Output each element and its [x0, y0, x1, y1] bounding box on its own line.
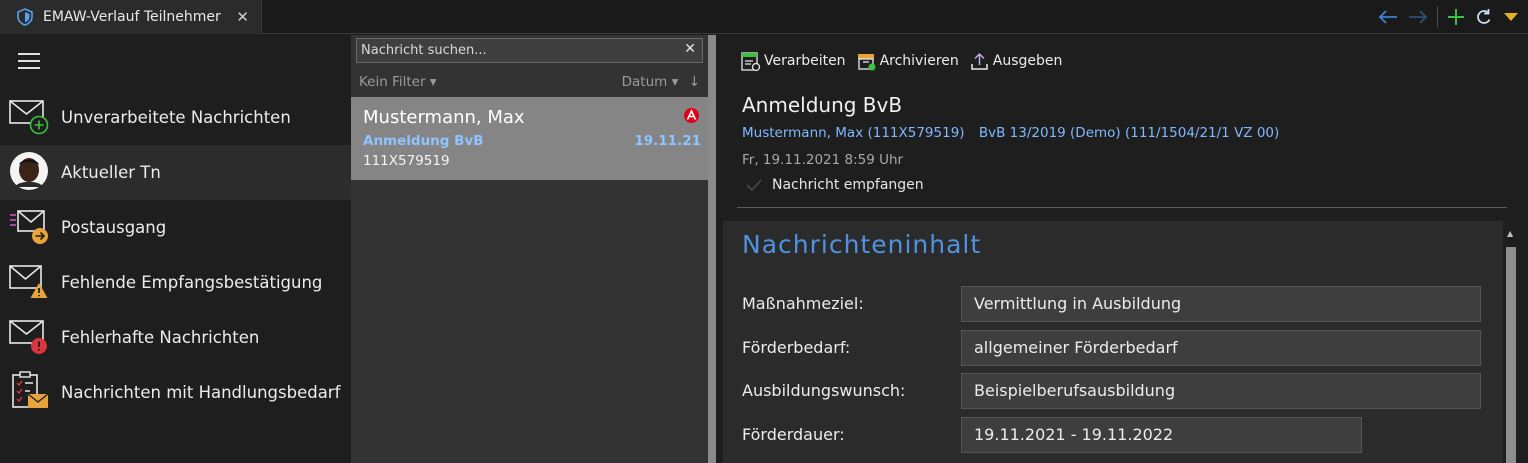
- search-box: ✕: [356, 38, 703, 63]
- divider: [737, 207, 1507, 208]
- refresh-icon[interactable]: [1474, 7, 1494, 27]
- field-value: Beispielberufsausbildung: [961, 373, 1481, 409]
- hamburger-icon[interactable]: [18, 53, 40, 74]
- field-value: Vermittlung in Ausbildung: [961, 286, 1481, 322]
- field-row-ausbildungswunsch: Ausbildungswunsch: Beispielberufsausbild…: [742, 373, 1502, 409]
- plus-icon[interactable]: [1446, 7, 1466, 27]
- process-icon: [741, 51, 761, 71]
- agency-logo-icon: [684, 108, 699, 123]
- sidebar-item-label: Nachrichten mit Handlungsbedarf: [61, 383, 341, 402]
- arrow-left-icon[interactable]: [1377, 7, 1399, 27]
- message-list-pane: ✕ Kein Filter ▾ Datum ▾ ↓ Mustermann, Ma…: [351, 35, 708, 463]
- sort-control[interactable]: Datum ▾ ↓: [622, 74, 700, 90]
- close-icon[interactable]: ✕: [236, 8, 249, 26]
- message-meta: Mustermann, Max (111X579519) BvB 13/2019…: [742, 125, 1279, 141]
- field-label: Förderdauer:: [742, 425, 845, 444]
- tools-separator: [1437, 6, 1438, 28]
- sidebar-item-label: Aktueller Tn: [61, 163, 161, 182]
- sidebar-item-label: Postausgang: [61, 218, 167, 237]
- arrow-right-icon[interactable]: [1407, 7, 1429, 27]
- upload-icon: [971, 52, 988, 70]
- field-label: Förderbedarf:: [742, 338, 851, 357]
- pane-splitter[interactable]: [708, 35, 716, 463]
- message-subject: Anmeldung BvB: [363, 133, 484, 149]
- mail-outgoing-icon: [10, 210, 48, 244]
- field-row-foerderbedarf: Förderbedarf: allgemeiner Förderbedarf: [742, 330, 1502, 366]
- avatar: [10, 152, 48, 190]
- message-date: 19.11.21: [634, 133, 701, 149]
- sort-dropdown[interactable]: Datum ▾: [622, 74, 679, 90]
- field-row-massnahmeziel: Maßnahmeziel: Vermittlung in Ausbildung: [742, 286, 1502, 322]
- field-label: Ausbildungswunsch:: [742, 381, 906, 400]
- sidebar-item-label: Fehlende Empfangsbestätigung: [61, 273, 323, 292]
- triangle-down-icon[interactable]: [1502, 7, 1520, 27]
- mail-add-icon: [9, 100, 49, 135]
- sidebar-item-label: Unverarbeitete Nachrichten: [61, 108, 291, 127]
- scroll-thumb[interactable]: [1506, 247, 1516, 463]
- sort-direction-icon[interactable]: ↓: [689, 74, 700, 90]
- message-detail-pane: Verarbeiten Archivieren Ausgeben Anmeldu…: [716, 35, 1528, 463]
- mail-warning-icon: [9, 265, 48, 298]
- archive-label: Archivieren: [879, 53, 959, 69]
- process-button[interactable]: Verarbeiten: [740, 51, 846, 72]
- export-button[interactable]: Ausgeben: [969, 51, 1063, 72]
- clipboard-mail-icon: [12, 371, 49, 408]
- window-tools: [1377, 4, 1520, 30]
- search-input[interactable]: [361, 39, 676, 62]
- check-icon: [746, 179, 762, 192]
- export-label: Ausgeben: [992, 53, 1063, 69]
- shield-icon: [17, 8, 33, 26]
- sidebar-item-postausgang[interactable]: Postausgang: [0, 200, 351, 255]
- archive-button[interactable]: Archivieren: [856, 51, 959, 72]
- tab-emaw-verlauf[interactable]: EMAW-Verlauf Teilnehmer ✕: [0, 0, 262, 34]
- content-title: Nachrichteninhalt: [742, 230, 982, 259]
- field-label: Maßnahmeziel:: [742, 294, 864, 313]
- filter-dropdown[interactable]: Kein Filter ▾: [359, 74, 437, 90]
- message-participant-id: 111X579519: [363, 153, 450, 169]
- archive-icon: [857, 53, 876, 70]
- message-content: Nachrichteninhalt Maßnahmeziel: Vermittl…: [723, 221, 1503, 463]
- mail-error-icon: [9, 320, 47, 354]
- scroll-up-icon[interactable]: ▲: [1507, 229, 1513, 238]
- message-title: Anmeldung BvB: [742, 93, 903, 117]
- tab-bar: EMAW-Verlauf Teilnehmer ✕: [0, 0, 1528, 34]
- clear-search-icon[interactable]: ✕: [684, 41, 696, 57]
- message-status: Nachricht empfangen: [746, 177, 924, 193]
- field-value: 19.11.2021 - 19.11.2022: [961, 417, 1362, 453]
- status-text: Nachricht empfangen: [772, 177, 924, 193]
- sidebar-item-aktueller-tn[interactable]: Aktueller Tn: [0, 145, 351, 200]
- message-datetime: Fr, 19.11.2021 8:59 Uhr: [742, 152, 904, 168]
- course-link[interactable]: BvB 13/2019 (Demo) (111/1504/21/1 VZ 00): [979, 125, 1279, 141]
- sidebar-item-unverarbeitete[interactable]: Unverarbeitete Nachrichten: [0, 90, 351, 145]
- content-scrollbar[interactable]: ▲: [1506, 229, 1516, 463]
- sidebar-item-handlungsbedarf[interactable]: Nachrichten mit Handlungsbedarf: [0, 365, 351, 420]
- filter-row: Kein Filter ▾ Datum ▾ ↓: [359, 74, 700, 92]
- field-value: allgemeiner Förderbedarf: [961, 330, 1481, 366]
- sidebar-item-fehlende-empfangsbestaetigung[interactable]: Fehlende Empfangsbestätigung: [0, 255, 351, 310]
- sidebar-item-label: Fehlerhafte Nachrichten: [61, 328, 260, 347]
- process-label: Verarbeiten: [764, 53, 846, 69]
- message-sender: Mustermann, Max: [363, 107, 525, 128]
- sidebar: Unverarbeitete Nachrichten Aktueller Tn …: [0, 35, 351, 463]
- participant-link[interactable]: Mustermann, Max (111X579519): [742, 125, 965, 141]
- field-row-foerderdauer: Förderdauer: 19.11.2021 - 19.11.2022: [742, 417, 1502, 453]
- tab-title: EMAW-Verlauf Teilnehmer: [43, 9, 221, 25]
- sidebar-item-fehlerhafte-nachrichten[interactable]: Fehlerhafte Nachrichten: [0, 310, 351, 365]
- message-list-item[interactable]: Mustermann, Max Anmeldung BvB 19.11.21 1…: [351, 97, 708, 180]
- detail-toolbar: Verarbeiten Archivieren Ausgeben: [740, 50, 1062, 72]
